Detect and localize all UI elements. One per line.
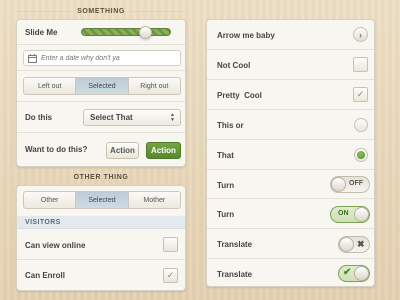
can-enroll-checkbox[interactable]: ✓ bbox=[163, 268, 178, 283]
row-label: Translate bbox=[217, 270, 253, 279]
toggle-text: OFF bbox=[349, 180, 363, 187]
section-header-something: SOMETHING bbox=[16, 5, 187, 17]
row-label: Not Cool bbox=[217, 61, 251, 70]
want-label: Want to do this? bbox=[25, 145, 88, 154]
segment-left-out[interactable]: Left out bbox=[24, 78, 77, 94]
close-icon: ✖ bbox=[357, 239, 365, 249]
that-radio[interactable] bbox=[354, 148, 368, 162]
can-enroll-label: Can Enroll bbox=[25, 271, 66, 280]
segmented-row-2: Other Selected Mother bbox=[17, 186, 185, 215]
translate-off-row: Translate ✖ bbox=[207, 229, 374, 259]
pretty-cool-checkbox[interactable]: ✓ bbox=[353, 87, 368, 102]
slider-knob[interactable] bbox=[139, 26, 153, 39]
toggle-knob bbox=[331, 177, 346, 192]
toggle-off[interactable]: OFF bbox=[330, 176, 370, 193]
not-cool-row: Not Cool bbox=[207, 50, 374, 80]
radio-selected-dot bbox=[357, 151, 365, 159]
row-label: Pretty Cool bbox=[217, 91, 262, 100]
segmented-control-2: Other Selected Mother bbox=[23, 191, 181, 209]
pretty-cool-row: Pretty Cool ✓ bbox=[207, 80, 374, 110]
toggle-on[interactable]: ON bbox=[330, 206, 370, 223]
date-row bbox=[17, 45, 185, 71]
can-enroll-row: Can Enroll ✓ bbox=[17, 260, 185, 290]
segment-right-out[interactable]: Right out bbox=[129, 78, 180, 94]
toggle-icon-on[interactable]: ✔ bbox=[338, 265, 370, 282]
slider-track[interactable] bbox=[81, 28, 171, 36]
toggle-text: ON bbox=[338, 210, 349, 217]
turn-off-row: Turn OFF bbox=[207, 170, 374, 199]
do-this-row: Do this Select That ▲ ▼ bbox=[17, 102, 185, 133]
can-view-label: Can view online bbox=[25, 241, 86, 250]
turn-on-row: Turn ON bbox=[207, 199, 374, 229]
can-view-row: Can view online bbox=[17, 230, 185, 260]
settings-card: Arrow me baby › Not Cool Pretty Cool ✓ T… bbox=[206, 19, 375, 287]
action-button-primary[interactable]: Action bbox=[146, 142, 181, 159]
slider-row: Slide Me bbox=[17, 20, 185, 45]
chevron-right-icon[interactable]: › bbox=[353, 27, 368, 42]
select-value: Select That bbox=[90, 113, 133, 122]
visitors-header: VISITORS bbox=[17, 216, 185, 229]
row-label: Translate bbox=[217, 240, 253, 249]
checkmark-icon: ✓ bbox=[356, 89, 365, 99]
date-input[interactable] bbox=[40, 54, 180, 62]
toggle-knob bbox=[354, 266, 369, 281]
segmented-row: Left out Selected Right out bbox=[17, 71, 185, 102]
checkmark-icon: ✓ bbox=[166, 270, 175, 280]
select-dropdown[interactable]: Select That ▲ ▼ bbox=[83, 109, 181, 126]
section-header-other-thing: OTHER THING bbox=[16, 171, 187, 183]
action-button-secondary[interactable]: Action bbox=[106, 142, 139, 159]
do-this-label: Do this bbox=[25, 113, 53, 122]
not-cool-checkbox[interactable] bbox=[353, 57, 368, 72]
slider-label: Slide Me bbox=[25, 28, 58, 37]
translate-on-row: Translate ✔ bbox=[207, 259, 374, 286]
row-label: This or bbox=[217, 121, 244, 130]
can-view-checkbox[interactable] bbox=[163, 237, 178, 252]
segment-selected[interactable]: Selected bbox=[76, 192, 129, 208]
this-or-radio[interactable] bbox=[354, 118, 368, 132]
date-field[interactable] bbox=[23, 50, 181, 66]
row-label: Turn bbox=[217, 210, 235, 219]
segmented-control-1: Left out Selected Right out bbox=[23, 77, 181, 95]
arrow-row[interactable]: Arrow me baby › bbox=[207, 20, 374, 50]
row-label: That bbox=[217, 151, 234, 160]
toggle-knob bbox=[354, 207, 369, 222]
toggle-icon-off[interactable]: ✖ bbox=[338, 236, 370, 253]
select-arrows-icon: ▲ ▼ bbox=[170, 112, 175, 123]
section-title: SOMETHING bbox=[77, 7, 125, 15]
row-label: Turn bbox=[217, 181, 235, 190]
want-row: Want to do this? Action Action bbox=[17, 133, 185, 166]
calendar-icon bbox=[28, 53, 37, 63]
section-title: OTHER THING bbox=[73, 173, 129, 181]
segment-selected[interactable]: Selected bbox=[76, 78, 129, 94]
checkmark-icon: ✔ bbox=[343, 267, 352, 278]
form-card-other-thing: Other Selected Mother VISITORS Can view … bbox=[16, 185, 186, 291]
segment-other[interactable]: Other bbox=[24, 192, 77, 208]
toggle-knob bbox=[339, 237, 354, 252]
that-row: That bbox=[207, 140, 374, 170]
row-label: Arrow me baby bbox=[217, 31, 275, 40]
segment-mother[interactable]: Mother bbox=[129, 192, 180, 208]
form-card-something: Slide Me Left out Selected Right out Do … bbox=[16, 19, 186, 167]
this-or-row: This or bbox=[207, 110, 374, 140]
